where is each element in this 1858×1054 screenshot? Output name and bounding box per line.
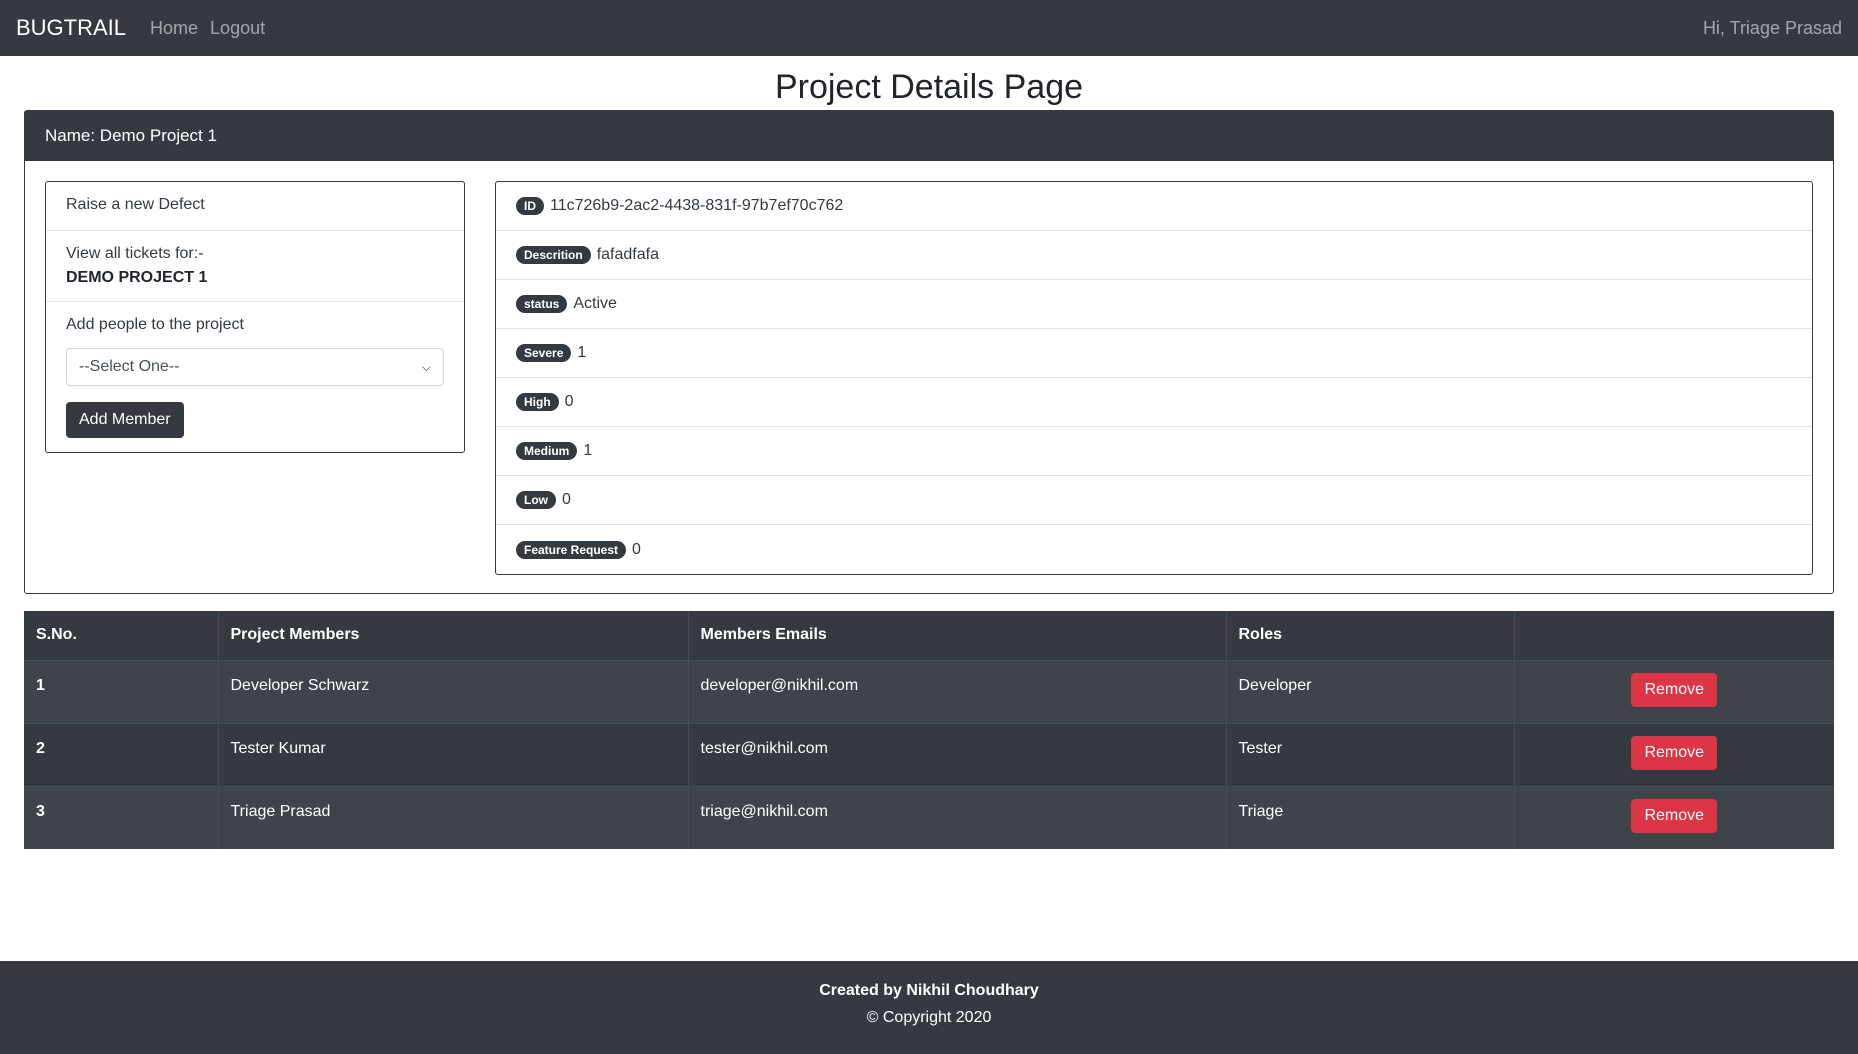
view-tickets-project-name: DEMO PROJECT 1: [66, 269, 208, 286]
nav-logout-link[interactable]: Logout: [210, 18, 265, 39]
cell-action: Remove: [1514, 722, 1834, 786]
detail-value: fafadfafa: [596, 246, 659, 263]
add-member-button[interactable]: Add Member: [66, 402, 184, 438]
cell-member-email: triage@nikhil.com: [688, 785, 1227, 849]
chevron-down-icon: ⌵: [421, 359, 431, 374]
view-tickets-label: View all tickets for:-: [66, 245, 204, 262]
detail-status: status Active: [496, 280, 1812, 329]
footer: Created by Nikhil Choudhary © Copyright …: [0, 961, 1858, 1054]
detail-value: 0: [564, 393, 574, 410]
table-header-row: S.No. Project Members Members Emails Rol…: [24, 611, 1834, 661]
detail-value: Active: [573, 295, 617, 312]
cell-member-email: developer@nikhil.com: [688, 659, 1227, 723]
header-sno: S.No.: [24, 611, 219, 661]
view-tickets-link[interactable]: View all tickets for:- DEMO PROJECT 1: [46, 231, 464, 302]
detail-description: Descrition fafadfafa: [496, 231, 1812, 280]
cell-action: Remove: [1514, 785, 1834, 849]
member-select-value: --Select One--: [79, 358, 180, 375]
cell-sno: 1: [24, 659, 219, 723]
project-card: Name: Demo Project 1 Raise a new Defect …: [24, 110, 1834, 594]
page-title: Project Details Page: [774, 68, 1084, 106]
project-card-body: Raise a new Defect View all tickets for:…: [25, 161, 1833, 593]
project-actions-column: Raise a new Defect View all tickets for:…: [45, 181, 465, 573]
members-table: S.No. Project Members Members Emails Rol…: [24, 611, 1834, 849]
cell-member-email: tester@nikhil.com: [688, 722, 1227, 786]
detail-low: Low 0: [496, 476, 1812, 525]
navbar: BUGTRAIL Home Logout Hi, Triage Prasad: [0, 0, 1858, 56]
cell-member-name: Developer Schwarz: [218, 659, 689, 723]
add-people-label: Add people to the project: [66, 316, 244, 333]
detail-value: 0: [562, 491, 571, 508]
header-roles: Roles: [1226, 611, 1515, 661]
header-emails: Members Emails: [688, 611, 1227, 661]
brand-link[interactable]: BUGTRAIL: [16, 15, 126, 41]
project-details-column: ID 11c726b9-2ac2-4438-831f-97b7ef70c762 …: [495, 181, 1813, 575]
cell-member-role: Triage: [1226, 785, 1515, 849]
table-row: 2 Tester Kumar tester@nikhil.com Tester …: [24, 722, 1834, 786]
detail-feature-request: Feature Request 0: [496, 525, 1812, 574]
detail-medium: Medium 1: [496, 427, 1812, 476]
detail-severe: Severe 1: [496, 329, 1812, 378]
detail-badge: Feature Request: [516, 540, 627, 559]
cell-member-role: Developer: [1226, 659, 1515, 723]
project-details-list: ID 11c726b9-2ac2-4438-831f-97b7ef70c762 …: [495, 181, 1813, 575]
detail-badge: Low: [516, 491, 556, 509]
cell-member-name: Tester Kumar: [218, 722, 689, 786]
detail-badge: status: [516, 295, 568, 313]
footer-created-by: Created by Nikhil Choudhary: [819, 982, 1039, 999]
detail-value: 0: [632, 540, 641, 558]
table-row: 3 Triage Prasad triage@nikhil.com Triage…: [24, 785, 1834, 849]
detail-badge: Descrition: [516, 246, 591, 264]
detail-badge: High: [516, 393, 559, 411]
raise-defect-link[interactable]: Raise a new Defect: [46, 182, 464, 231]
header-members: Project Members: [218, 611, 689, 661]
cell-action: Remove: [1514, 659, 1834, 723]
detail-value: 1: [577, 344, 587, 361]
cell-sno: 2: [24, 722, 219, 786]
project-name-label: Name: Demo Project 1: [45, 126, 217, 145]
footer-copyright: © Copyright 2020: [866, 1009, 992, 1026]
header-actions: [1514, 611, 1834, 661]
remove-member-button[interactable]: Remove: [1631, 798, 1718, 833]
user-greeting: Hi, Triage Prasad: [1702, 17, 1842, 38]
table-row: 1 Developer Schwarz developer@nikhil.com…: [24, 659, 1834, 723]
project-card-header: Name: Demo Project 1: [25, 111, 1833, 161]
nav-home-link[interactable]: Home: [150, 18, 198, 39]
remove-member-button[interactable]: Remove: [1631, 672, 1718, 707]
detail-badge: ID: [516, 197, 544, 215]
detail-badge: Severe: [516, 344, 572, 362]
detail-high: High 0: [496, 378, 1812, 427]
add-people-section: Add people to the project --Select One--…: [46, 302, 464, 452]
detail-value: 1: [583, 442, 593, 459]
cell-sno: 3: [24, 785, 219, 849]
project-actions-list: Raise a new Defect View all tickets for:…: [45, 181, 465, 453]
member-select[interactable]: --Select One-- ⌵: [66, 348, 444, 386]
remove-member-button[interactable]: Remove: [1631, 735, 1718, 770]
detail-value: 11c726b9-2ac2-4438-831f-97b7ef70c762: [550, 197, 844, 214]
cell-member-name: Triage Prasad: [218, 785, 689, 849]
detail-badge: Medium: [516, 442, 578, 460]
detail-id: ID 11c726b9-2ac2-4438-831f-97b7ef70c762: [496, 182, 1812, 231]
cell-member-role: Tester: [1226, 722, 1515, 786]
